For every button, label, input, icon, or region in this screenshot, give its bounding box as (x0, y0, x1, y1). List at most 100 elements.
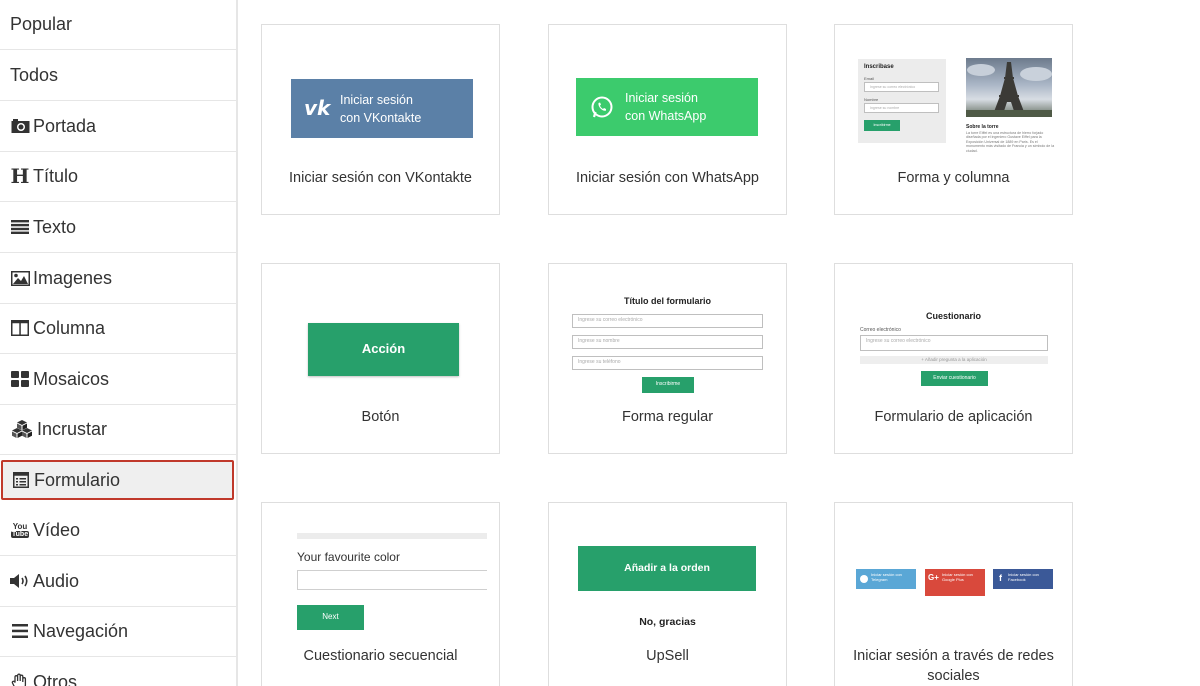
card-label: Iniciar sesión a través de redes sociale… (853, 648, 1054, 684)
facebook-icon: f (999, 573, 1002, 583)
sequential-next-button: Next (297, 605, 364, 630)
form-preview: Inscribase Email Ingrese su correo elect… (858, 59, 946, 143)
sidebar-item-label: Portada (33, 115, 97, 136)
sidebar-item-label: Navegación (33, 620, 129, 641)
youtube-badge-top: You (12, 521, 28, 531)
image-icon (10, 268, 30, 288)
regular-form-field-email: Ingrese su correo electrónico (572, 314, 763, 328)
card-sequential-quiz[interactable]: Your favourite color Next Cuestionario s… (261, 502, 500, 686)
hand-icon (10, 672, 30, 686)
google-plus-icon: G+ (928, 573, 939, 582)
telegram-icon (860, 575, 868, 583)
sidebar-item-todos[interactable]: Todos (0, 50, 236, 101)
sidebar-item-mosaicos[interactable]: Mosaicos (0, 354, 236, 405)
card-label: Botón (361, 409, 400, 425)
camera-icon (10, 116, 30, 136)
sidebar-item-video[interactable]: You Tube Vídeo (0, 505, 236, 556)
vk-button-text-line2: con VKontakte (340, 111, 422, 125)
sidebar-item-label: Popular (10, 13, 73, 34)
whatsapp-login-button-preview: Iniciar sesión con WhatsApp (576, 78, 758, 136)
form-preview-name-label: Nombre (864, 97, 879, 102)
sidebar-item-portada[interactable]: Portada (0, 101, 236, 152)
sidebar-item-label: Título (33, 165, 79, 186)
cubes-icon (10, 419, 34, 439)
vk-button-text-line1: Iniciar sesión (340, 93, 413, 107)
form-preview-name-field: Ingrese su nombre (864, 103, 939, 113)
sidebar: Popular Todos Portada H Título Texto Ima… (0, 0, 238, 686)
sidebar-item-label: Vídeo (33, 519, 81, 540)
form-preview-submit: Inscribirme (864, 120, 900, 131)
social-facebook-button: f Iniciar sesión con Facebook (993, 569, 1053, 589)
card-regular-form[interactable]: Título del formulario Ingrese su correo … (548, 263, 787, 454)
action-button-preview: Acción (308, 323, 459, 376)
sequential-progress-bar (297, 533, 487, 539)
card-label: Forma regular (621, 409, 714, 425)
card-label: UpSell (646, 648, 689, 664)
eiffel-tower-image (966, 58, 1052, 117)
card-label: Cuestionario secuencial (303, 648, 458, 664)
sequential-question: Your favourite color (297, 550, 400, 564)
whatsapp-button-text-line2: con WhatsApp (625, 109, 707, 123)
social-telegram-button: Iniciar sesión con Telegram (856, 569, 916, 589)
card-social-login[interactable]: Iniciar sesión con Telegram G+ Iniciar s… (834, 502, 1073, 686)
card-whatsapp-login[interactable]: Iniciar sesión con WhatsApp Iniciar sesi… (548, 24, 787, 215)
regular-form-title: Título del formulario (624, 296, 711, 306)
application-form-field: Ingrese su correo electrónico (860, 335, 1048, 351)
form-icon (11, 470, 31, 490)
regular-form-submit: Inscribirme (642, 377, 694, 393)
upsell-decline: No, gracias (639, 616, 696, 628)
card-button[interactable]: Acción Botón (261, 263, 500, 454)
application-form-field-label: Correo electrónico (860, 327, 901, 333)
heading-icon: H (10, 164, 30, 188)
card-label: Iniciar sesión con WhatsApp (576, 170, 759, 186)
card-label: Formulario de aplicación (874, 409, 1033, 425)
youtube-badge-bottom: Tube (10, 530, 30, 538)
card-label: Iniciar sesión con VKontakte (289, 170, 472, 186)
sequential-answer-field (297, 570, 487, 590)
action-button-text: Acción (361, 341, 406, 356)
form-preview-title: Inscribase (864, 64, 894, 70)
sidebar-item-navegacion[interactable]: Navegación (0, 606, 236, 657)
column-text: La torre Eiffel es una estructura de hie… (966, 131, 1055, 153)
whatsapp-button-text-line1: Iniciar sesión (625, 91, 698, 105)
social-google-button: G+ Iniciar sesión con Google Plus (925, 569, 985, 596)
application-form-add-question: + Añadir pregunta a la aplicación (860, 356, 1048, 364)
sidebar-item-popular[interactable]: Popular (0, 0, 236, 50)
sidebar-item-label: Columna (33, 317, 106, 338)
sidebar-item-label: Otros (33, 671, 78, 686)
sidebar-item-label: Texto (33, 216, 77, 237)
sidebar-item-label: Mosaicos (33, 368, 110, 389)
sidebar-item-label: Audio (33, 570, 80, 591)
regular-form-field-phone: Ingrese su teléfono (572, 356, 763, 370)
sidebar-item-otros[interactable]: Otros (0, 657, 236, 686)
sidebar-item-label: Incrustar (37, 418, 108, 439)
card-application-form[interactable]: Cuestionario Correo electrónico Ingrese … (834, 263, 1073, 454)
columns-icon (10, 318, 30, 338)
card-form-and-column[interactable]: Inscribase Email Ingrese su correo elect… (834, 24, 1073, 215)
form-preview-email-field: Ingrese su correo electrónico (864, 82, 939, 92)
form-preview-email-label: Email (864, 76, 875, 81)
whatsapp-icon (590, 95, 614, 124)
th-large-icon (10, 369, 30, 389)
sidebar-item-titulo[interactable]: H Título (0, 151, 236, 202)
sidebar-item-imagenes[interactable]: Imagenes (0, 253, 236, 304)
application-form-submit: Enviar cuestionario (921, 371, 988, 386)
volume-icon (10, 571, 30, 591)
sidebar-item-label: Formulario (34, 469, 121, 490)
vk-icon: vk (304, 96, 331, 120)
sidebar-item-incrustar[interactable]: Incrustar (0, 404, 236, 455)
card-upsell[interactable]: Añadir a la orden No, gracias UpSell (548, 502, 787, 686)
sidebar-item-label: Todos (10, 64, 59, 85)
upsell-add-button: Añadir a la orden (578, 546, 756, 591)
column-title: Sobre la torre (966, 124, 999, 130)
sidebar-item-formulario[interactable]: Formulario (1, 460, 234, 500)
sidebar-item-audio[interactable]: Audio (0, 556, 236, 607)
sidebar-item-columna[interactable]: Columna (0, 303, 236, 354)
sidebar-item-label: Imagenes (33, 267, 113, 288)
align-justify-icon (10, 217, 30, 237)
youtube-icon: You Tube (10, 520, 30, 540)
sidebar-item-texto[interactable]: Texto (0, 202, 236, 253)
vk-login-button-preview: vk Iniciar sesión con VKontakte (291, 79, 473, 138)
application-form-title: Cuestionario (925, 311, 981, 321)
card-vkontakte-login[interactable]: vk Iniciar sesión con VKontakte Iniciar … (261, 24, 500, 215)
